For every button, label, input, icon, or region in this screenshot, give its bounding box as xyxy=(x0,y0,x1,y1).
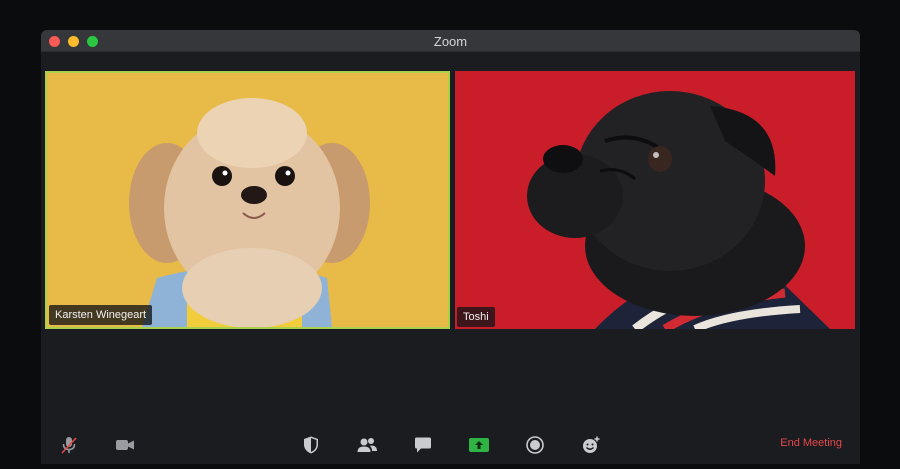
title-bar: Zoom xyxy=(41,30,860,52)
video-button[interactable] xyxy=(113,433,137,457)
security-button[interactable] xyxy=(299,433,323,457)
dog-video-feed-2 xyxy=(455,71,855,329)
meeting-toolbar: End Meeting xyxy=(41,426,860,464)
share-screen-button[interactable] xyxy=(467,433,491,457)
microphone-muted-icon xyxy=(61,437,77,454)
participants-icon xyxy=(357,438,377,452)
participants-button[interactable] xyxy=(355,433,379,457)
zoom-window: Zoom Karsten Winegeart Toshi End Meeting xyxy=(41,30,860,464)
record-button[interactable] xyxy=(523,433,547,457)
reactions-icon xyxy=(583,436,600,453)
participant-name-label: Karsten Winegeart xyxy=(49,305,153,325)
participant-name-label: Toshi xyxy=(457,307,495,327)
reactions-button[interactable] xyxy=(579,433,603,457)
window-title: Zoom xyxy=(433,34,468,49)
video-tile-active-speaker[interactable]: Karsten Winegeart xyxy=(45,71,450,329)
end-meeting-button[interactable]: End Meeting xyxy=(780,437,842,449)
video-camera-icon xyxy=(116,440,134,450)
chat-button[interactable] xyxy=(411,433,435,457)
chat-icon xyxy=(415,437,431,453)
share-screen-icon xyxy=(469,438,489,452)
mute-button[interactable] xyxy=(57,433,81,457)
security-shield-icon xyxy=(304,436,318,454)
dog-video-feed-1 xyxy=(47,73,448,327)
record-icon xyxy=(526,436,544,454)
video-tile[interactable]: Toshi xyxy=(455,71,855,329)
